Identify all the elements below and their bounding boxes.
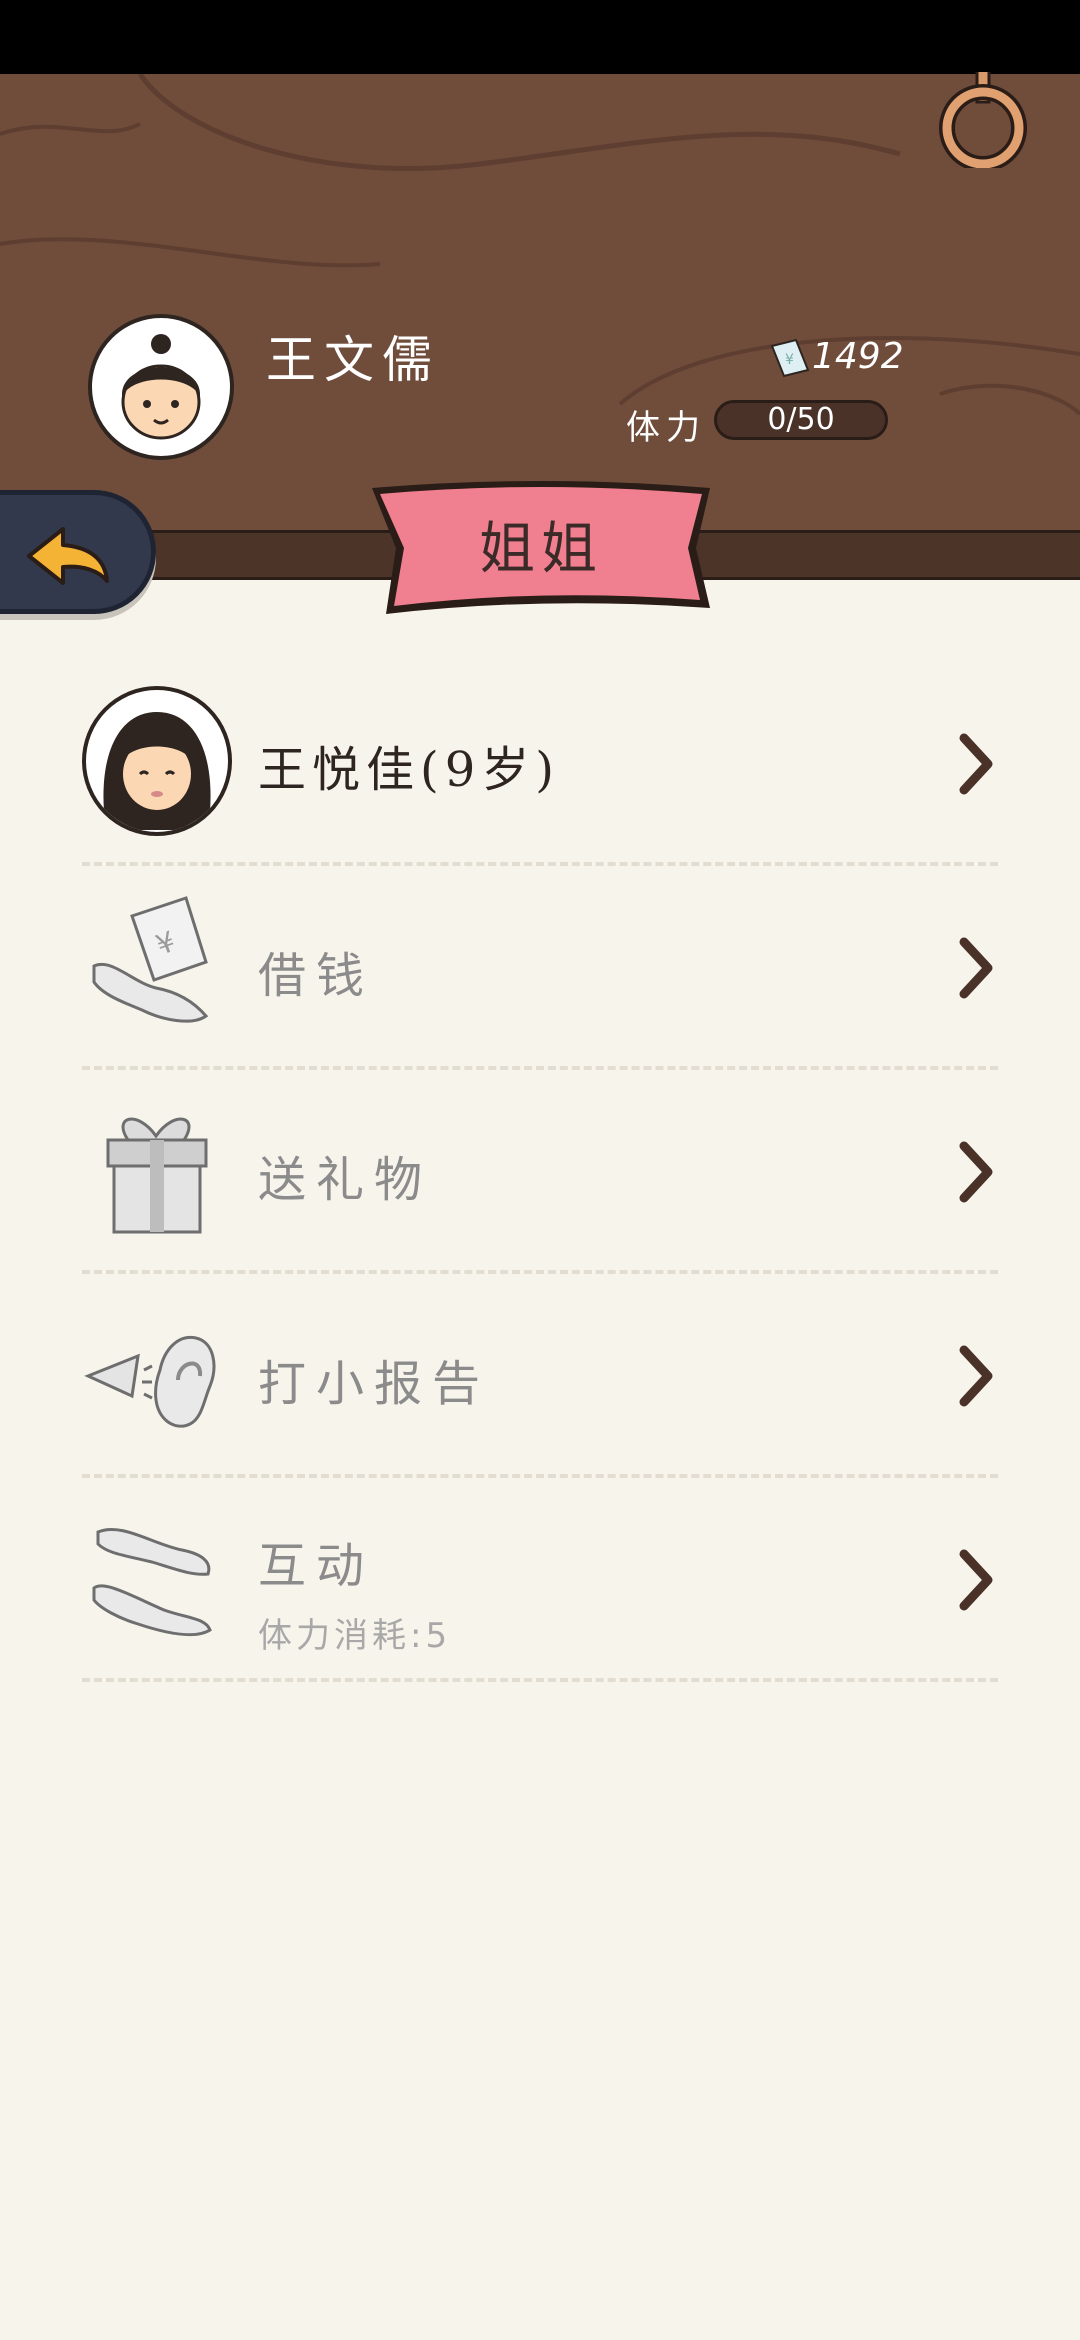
handshake-icon (92, 1527, 212, 1637)
player-avatar[interactable] (88, 314, 234, 460)
svg-text:¥: ¥ (785, 352, 794, 368)
hanging-ring-icon[interactable] (935, 72, 1031, 168)
interact-cost-label: 体力消耗:5 (258, 1616, 452, 1656)
stamina-bar: 0/50 (714, 400, 888, 440)
ear-whisper-icon (84, 1335, 216, 1428)
action-list: 王悦佳(9岁) ¥ 借钱 送礼物 打小报告 互动 体力消耗:5 (82, 662, 998, 1682)
list-item-borrow-money[interactable]: ¥ 借钱 (82, 866, 998, 1070)
page-title: 姐姐 (479, 517, 603, 582)
gift-box-icon (106, 1117, 208, 1234)
tattle-label: 打小报告 (258, 1356, 491, 1412)
girl-face-icon (103, 712, 211, 830)
player-name: 王文儒 (266, 331, 440, 389)
back-arrow-icon (27, 527, 109, 585)
chevron-right-icon (959, 733, 993, 795)
borrow-money-label: 借钱 (258, 948, 375, 1004)
back-button[interactable] (0, 490, 156, 614)
list-item-send-gift[interactable]: 送礼物 (82, 1070, 998, 1274)
chevron-right-icon (959, 937, 993, 999)
list-item-tattle[interactable]: 打小报告 (82, 1274, 998, 1478)
send-gift-label: 送礼物 (258, 1152, 433, 1208)
chevron-right-icon (959, 1345, 993, 1407)
boy-face-icon (121, 334, 201, 440)
list-item-sister-profile[interactable]: 王悦佳(9岁) (82, 662, 998, 866)
status-bar (0, 0, 1080, 74)
sister-name-label: 王悦佳(9岁) (258, 742, 560, 798)
money-icon: ¥ (770, 338, 810, 378)
interact-label: 互动 (258, 1538, 375, 1594)
money-hand-icon: ¥ (92, 896, 209, 1023)
sister-avatar (82, 686, 232, 836)
stamina-label: 体力 (626, 408, 706, 448)
list-item-interact[interactable]: 互动 体力消耗:5 (82, 1478, 998, 1682)
money-value: 1492 (812, 336, 904, 377)
chevron-right-icon (959, 1549, 993, 1611)
chevron-right-icon (959, 1141, 993, 1203)
